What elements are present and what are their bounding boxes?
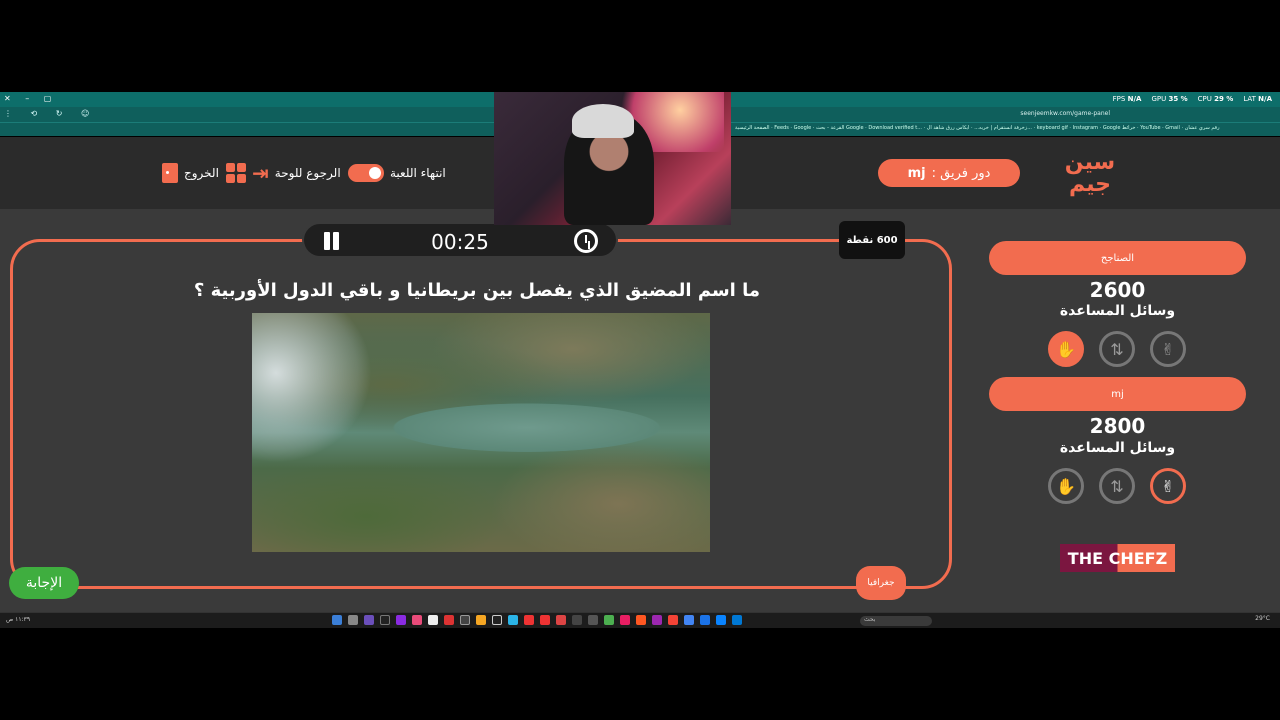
- app-icon[interactable]: [492, 615, 502, 625]
- app-icon[interactable]: [412, 615, 422, 625]
- back-to-board-button[interactable]: الرجوع للوحة ⇥: [226, 162, 341, 184]
- bookmark-list[interactable]: الصفحة الرئيسية · Feeds · Google · القرع…: [735, 125, 1219, 131]
- lat-stat: LAT N/A: [1243, 95, 1272, 103]
- app-icon[interactable]: [364, 615, 374, 625]
- app-icon[interactable]: [716, 615, 726, 625]
- hand-stop-icon[interactable]: ✋: [1048, 468, 1084, 504]
- taskbar: ١١:٣٩ ص بحث 29°C: [0, 612, 1280, 628]
- app-icon[interactable]: [380, 615, 390, 625]
- turn-team-name: mj: [907, 165, 926, 181]
- app-icon[interactable]: [588, 615, 598, 625]
- team-1-aids-label: وسائل المساعدة: [1059, 303, 1176, 319]
- peace-hand-icon[interactable]: ✌: [1150, 468, 1186, 504]
- category-badge: جغرافيا: [856, 566, 906, 600]
- app-icon[interactable]: [476, 615, 486, 625]
- nav-icons[interactable]: ⋮ ⟲ ↻ ☺: [4, 109, 97, 118]
- cpu-stat: CPU 29 %: [1197, 95, 1234, 103]
- swap-arrows-icon[interactable]: ⇅: [1099, 331, 1135, 367]
- door-icon: [162, 163, 178, 183]
- app-icon[interactable]: [460, 615, 470, 625]
- team-1-name: الصناجح: [989, 241, 1246, 275]
- app-icon[interactable]: [700, 615, 710, 625]
- back-to-board-label: الرجوع للوحة: [274, 166, 341, 180]
- question-image-satellite-map: [252, 313, 710, 552]
- app-icon[interactable]: [348, 615, 358, 625]
- taskbar-search[interactable]: بحث: [860, 616, 932, 626]
- app-icon[interactable]: [620, 615, 630, 625]
- webcam-overlay: [494, 92, 731, 225]
- peace-hand-icon[interactable]: ✌: [1150, 331, 1186, 367]
- app-icon[interactable]: [540, 615, 550, 625]
- fps-stat: FPS N/A: [1112, 95, 1142, 103]
- timer-display: 00:25: [431, 230, 489, 254]
- app-icon[interactable]: [332, 615, 342, 625]
- answer-button[interactable]: الإجابة: [9, 567, 79, 599]
- app-icon[interactable]: [636, 615, 646, 625]
- chrome-icon[interactable]: [684, 615, 694, 625]
- taskbar-apps[interactable]: [332, 615, 742, 625]
- arrow-right-icon: ⇥: [252, 161, 269, 185]
- hand-stop-icon[interactable]: ✋: [1048, 331, 1084, 367]
- performance-overlay: FPS N/A GPU 35 % CPU 29 % LAT N/A: [1113, 95, 1272, 103]
- weather-clock: 29°C: [1255, 615, 1270, 622]
- team-turn-indicator: دور فريق : mj: [878, 159, 1020, 187]
- turn-label: دور فريق :: [931, 165, 991, 181]
- exit-label: الخروج: [184, 166, 219, 180]
- end-game-label: انتهاء اللعبة: [390, 166, 446, 180]
- team-2-name: mj: [989, 377, 1246, 411]
- app-icon[interactable]: [508, 615, 518, 625]
- left-tray: ١١:٣٩ ص: [6, 616, 31, 623]
- seenjeem-logo: سين جيم: [1064, 150, 1116, 197]
- grid-icon: [226, 163, 246, 183]
- app-icon[interactable]: [396, 615, 406, 625]
- toggle-icon: [348, 164, 384, 182]
- clouds-overlay: [252, 313, 372, 463]
- app-icon[interactable]: [604, 615, 614, 625]
- app-icon[interactable]: [524, 615, 534, 625]
- question-points: 600 نقطة: [839, 221, 905, 259]
- team-2-aids-label: وسائل المساعدة: [1059, 440, 1176, 456]
- app-icon[interactable]: [668, 615, 678, 625]
- question-text: ما اسم المضيق الذي يفصل بين بريطانيا و ب…: [193, 280, 760, 301]
- exit-button[interactable]: الخروج: [162, 162, 219, 184]
- app-icon[interactable]: [428, 615, 438, 625]
- app-icon[interactable]: [732, 615, 742, 625]
- sponsor-logo: THE CHEFZ: [1060, 544, 1175, 572]
- window-controls[interactable]: ✕ – ▢: [4, 94, 57, 103]
- reset-timer-icon[interactable]: [574, 229, 598, 253]
- streamer-hat: [572, 104, 634, 138]
- screen: ✕ – ▢ FPS N/A GPU 35 % CPU 29 % LAT N/A …: [0, 0, 1280, 720]
- team-2-score: 2800: [1089, 414, 1146, 438]
- gpu-stat: GPU 35 %: [1151, 95, 1188, 103]
- app-icon[interactable]: [444, 615, 454, 625]
- url-field[interactable]: seenjeemkw.com/game-panel: [1020, 110, 1110, 117]
- timer-bar: 00:25: [302, 222, 618, 258]
- app-icon[interactable]: [556, 615, 566, 625]
- app-icon[interactable]: [652, 615, 662, 625]
- app-icon[interactable]: [572, 615, 582, 625]
- end-game-button[interactable]: انتهاء اللعبة: [348, 162, 446, 184]
- swap-arrows-icon[interactable]: ⇅: [1099, 468, 1135, 504]
- team-1-score: 2600: [1089, 278, 1146, 302]
